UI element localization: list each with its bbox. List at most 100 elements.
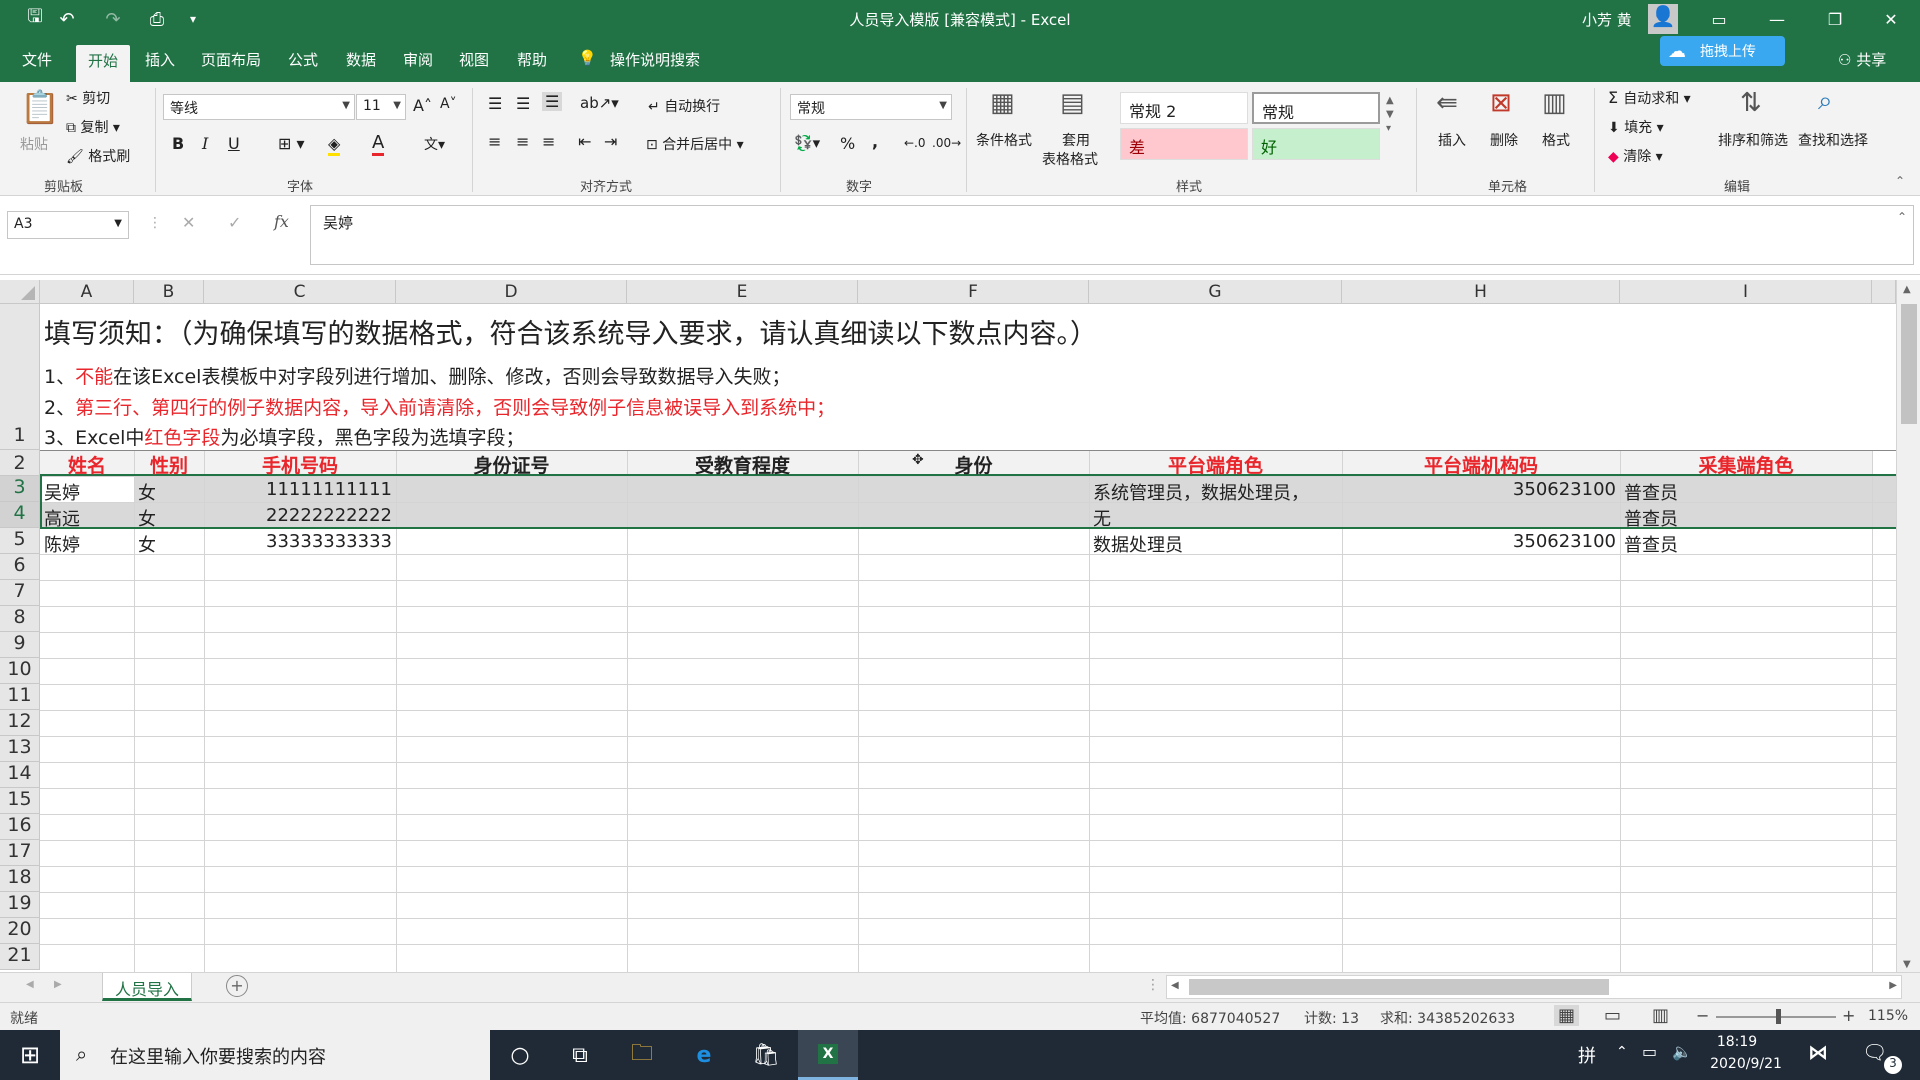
cell-a4[interactable]: 高远: [44, 505, 80, 531]
cell-i3[interactable]: 普查员: [1624, 479, 1678, 505]
row-header-11[interactable]: 11: [0, 684, 40, 710]
horizontal-scrollbar[interactable]: ◀ ▶: [1166, 975, 1902, 999]
row-header-1[interactable]: 1: [0, 304, 40, 450]
tab-formulas[interactable]: 公式: [288, 49, 318, 70]
column-header-h[interactable]: H: [1342, 280, 1620, 304]
expand-formula-icon[interactable]: ⌃: [1897, 210, 1907, 224]
percent-button[interactable]: %: [840, 134, 855, 153]
vertical-scrollbar[interactable]: ▲ ▼: [1896, 280, 1920, 972]
taskbar-app-icon[interactable]: ⋈: [1808, 1040, 1828, 1064]
column-header-f[interactable]: F: [858, 280, 1089, 304]
header-cell-platform-role[interactable]: 平台端角色: [1089, 450, 1342, 477]
column-header-g[interactable]: G: [1089, 280, 1342, 304]
header-cell-name[interactable]: 姓名: [40, 450, 134, 477]
number-format-combo[interactable]: 常规 ▼: [790, 94, 952, 120]
row-header-12[interactable]: 12: [0, 710, 40, 736]
styles-scroll-icon[interactable]: ▲ ▼ ▾: [1386, 94, 1394, 136]
normal-view-icon[interactable]: ▦: [1554, 1005, 1580, 1026]
cut-button[interactable]: ✂ 剪切: [66, 88, 110, 108]
column-header-c[interactable]: C: [204, 280, 396, 304]
restore-icon[interactable]: ❐: [1806, 0, 1864, 38]
format-cells-icon[interactable]: ▥: [1542, 88, 1567, 118]
close-icon[interactable]: ✕: [1862, 0, 1920, 38]
name-box[interactable]: A3 ▼: [7, 211, 129, 239]
notification-icon[interactable]: 🗨: [1862, 1040, 1887, 1064]
column-header-b[interactable]: B: [134, 280, 204, 304]
tab-help[interactable]: 帮助: [517, 49, 547, 70]
scroll-down-icon[interactable]: ▼: [1903, 959, 1911, 970]
orientation-icon[interactable]: ab↗▾: [580, 94, 619, 112]
cell-b4[interactable]: 女: [138, 505, 156, 531]
formula-input[interactable]: 吴婷 ⌃: [310, 205, 1914, 265]
store-icon[interactable]: 🛍: [736, 1030, 796, 1080]
font-name-combo[interactable]: 等线 ▼: [163, 94, 355, 120]
scroll-right-icon[interactable]: ▶: [1889, 980, 1897, 991]
row-header-4[interactable]: 4: [0, 502, 40, 528]
borders-icon[interactable]: ⊞ ▾: [278, 134, 305, 153]
sort-filter-label[interactable]: 排序和筛选: [1718, 130, 1788, 150]
ime-indicator[interactable]: 拼: [1578, 1042, 1596, 1068]
cell-i5[interactable]: 普查员: [1624, 531, 1678, 557]
row-header-20[interactable]: 20: [0, 918, 40, 944]
increase-indent-icon[interactable]: ⇥: [604, 132, 617, 151]
hscroll-thumb[interactable]: [1189, 979, 1609, 995]
cortana-icon[interactable]: ○: [490, 1030, 550, 1080]
scroll-thumb[interactable]: [1901, 304, 1917, 424]
next-sheet-icon[interactable]: ▶: [54, 979, 62, 990]
merge-center-button[interactable]: ⊡ 合并后居中 ▾: [646, 134, 744, 154]
font-size-combo[interactable]: 11 ▼: [356, 94, 406, 120]
clear-button[interactable]: ◆ 清除 ▾: [1608, 146, 1663, 166]
avatar[interactable]: 👤: [1648, 4, 1678, 34]
scroll-left-icon[interactable]: ◀: [1171, 980, 1179, 991]
row-header-7[interactable]: 7: [0, 580, 40, 606]
windows-start-icon[interactable]: ⊞: [0, 1030, 60, 1080]
cell-c5[interactable]: 33333333333: [204, 531, 392, 552]
bold-button[interactable]: B: [172, 134, 184, 153]
cell-b3[interactable]: 女: [138, 479, 156, 505]
grow-font-icon[interactable]: A˄: [413, 96, 432, 115]
file-explorer-icon[interactable]: 🗀: [612, 1030, 672, 1080]
row-header-18[interactable]: 18: [0, 866, 40, 892]
zoom-level[interactable]: 115%: [1868, 1008, 1908, 1024]
clock-time[interactable]: 18:19: [1704, 1034, 1770, 1050]
tab-data[interactable]: 数据: [346, 49, 376, 70]
header-cell-gender[interactable]: 性别: [134, 450, 204, 477]
decrease-indent-icon[interactable]: ⇤: [578, 132, 591, 151]
split-handle-icon[interactable]: ⋮: [1146, 977, 1160, 993]
tab-page-layout[interactable]: 页面布局: [201, 49, 261, 70]
header-cell-identity[interactable]: 身份: [858, 450, 1089, 477]
row-header-8[interactable]: 8: [0, 606, 40, 632]
style-good[interactable]: 好: [1252, 128, 1380, 160]
align-bottom-icon[interactable]: ☰: [542, 92, 563, 111]
row-header-15[interactable]: 15: [0, 788, 40, 814]
page-layout-view-icon[interactable]: ▭: [1604, 1005, 1621, 1026]
cell-c4[interactable]: 22222222222: [204, 505, 392, 526]
align-right-icon[interactable]: ≡: [542, 132, 555, 151]
tell-me-search[interactable]: 操作说明搜索: [610, 49, 700, 70]
find-select-label[interactable]: 查找和选择: [1798, 130, 1868, 150]
zoom-slider-thumb[interactable]: [1776, 1009, 1781, 1024]
currency-icon[interactable]: 💱▾: [794, 134, 820, 152]
excel-taskbar-icon[interactable]: X: [798, 1030, 858, 1080]
sheet-tab-active[interactable]: 人员导入: [102, 973, 192, 1001]
tab-home[interactable]: 开始: [76, 45, 130, 82]
chevron-up-icon[interactable]: ⌃: [1616, 1044, 1628, 1060]
increase-decimal-icon[interactable]: ←.0: [904, 136, 926, 150]
tab-insert[interactable]: 插入: [145, 49, 175, 70]
cancel-icon[interactable]: ✕: [182, 213, 195, 232]
align-left-icon[interactable]: ≡: [488, 132, 501, 151]
share-button[interactable]: ⚇ 共享: [1838, 49, 1886, 70]
autosum-button[interactable]: Σ 自动求和 ▾: [1608, 88, 1691, 108]
row-header-5[interactable]: 5: [0, 528, 40, 554]
header-cell-phone[interactable]: 手机号码: [204, 450, 396, 477]
enter-icon[interactable]: ✓: [228, 213, 241, 232]
header-cell-collect-role[interactable]: 采集端角色: [1620, 450, 1872, 477]
row-header-2[interactable]: 2: [0, 450, 40, 476]
row-header-3[interactable]: 3: [0, 476, 40, 502]
row-header-17[interactable]: 17: [0, 840, 40, 866]
row-header-14[interactable]: 14: [0, 762, 40, 788]
collapse-ribbon-icon[interactable]: ⌃: [1895, 174, 1905, 188]
clock-date[interactable]: 2020/9/21: [1704, 1056, 1788, 1072]
insert-cells-icon[interactable]: ⇚: [1436, 88, 1458, 118]
header-cell-education[interactable]: 受教育程度: [627, 450, 858, 477]
